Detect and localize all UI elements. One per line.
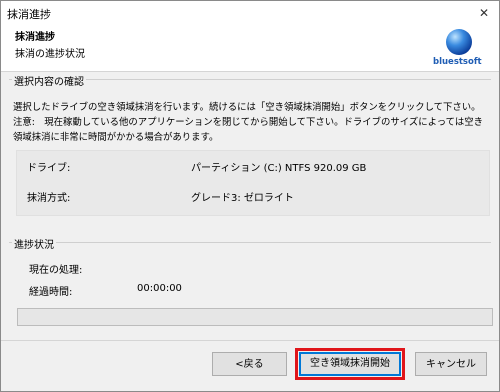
progress-bar: [17, 308, 493, 326]
title-bar: 抹消進捗 ✕: [1, 1, 499, 25]
wizard-window: 抹消進捗 ✕ 抹消進捗 抹消の進捗状況 bluestsoft 選択内容の確認 選…: [0, 0, 500, 392]
logo-sphere-icon: [446, 29, 472, 55]
method-label: 抹消方式:: [27, 193, 71, 204]
window-title: 抹消進捗: [7, 8, 51, 21]
drive-label: ドライブ:: [27, 163, 71, 174]
page-title: 抹消進捗: [15, 32, 55, 43]
confirm-description: 選択したドライブの空き領域抹消を行います。続けるには「空き領域抹消開始」ボタンを…: [13, 102, 483, 143]
cancel-button[interactable]: キャンセル: [415, 352, 487, 376]
method-value: グレード3: ゼロライト: [191, 193, 294, 204]
elapsed-time-value: 00:00:00: [137, 283, 182, 294]
back-button[interactable]: <戻る: [212, 352, 287, 376]
bluestsoft-logo: bluestsoft: [433, 29, 489, 69]
start-wipe-button[interactable]: 空き領域抹消開始: [295, 348, 405, 380]
wizard-header: 抹消進捗 抹消の進捗状況 bluestsoft: [1, 25, 499, 72]
confirm-group: 選択内容の確認 選択したドライブの空き領域抹消を行います。続けるには「空き領域抹…: [9, 73, 491, 232]
logo-text: bluestsoft: [433, 57, 482, 67]
current-process-label: 現在の処理:: [29, 265, 83, 276]
drive-value: パーティション (C:) NTFS 920.09 GB: [191, 163, 367, 174]
page-subtitle: 抹消の進捗状況: [15, 49, 85, 60]
footer-divider: [1, 340, 499, 341]
progress-group-label: 進捗状況: [12, 236, 56, 251]
close-icon[interactable]: ✕: [473, 3, 495, 23]
selection-info-box: ドライブ: パーティション (C:) NTFS 920.09 GB 抹消方式: …: [16, 150, 490, 216]
progress-group: 進捗状況 現在の処理: 経過時間: 00:00:00: [9, 236, 493, 331]
confirm-group-label: 選択内容の確認: [12, 73, 86, 88]
elapsed-time-label: 経過時間:: [29, 287, 73, 298]
